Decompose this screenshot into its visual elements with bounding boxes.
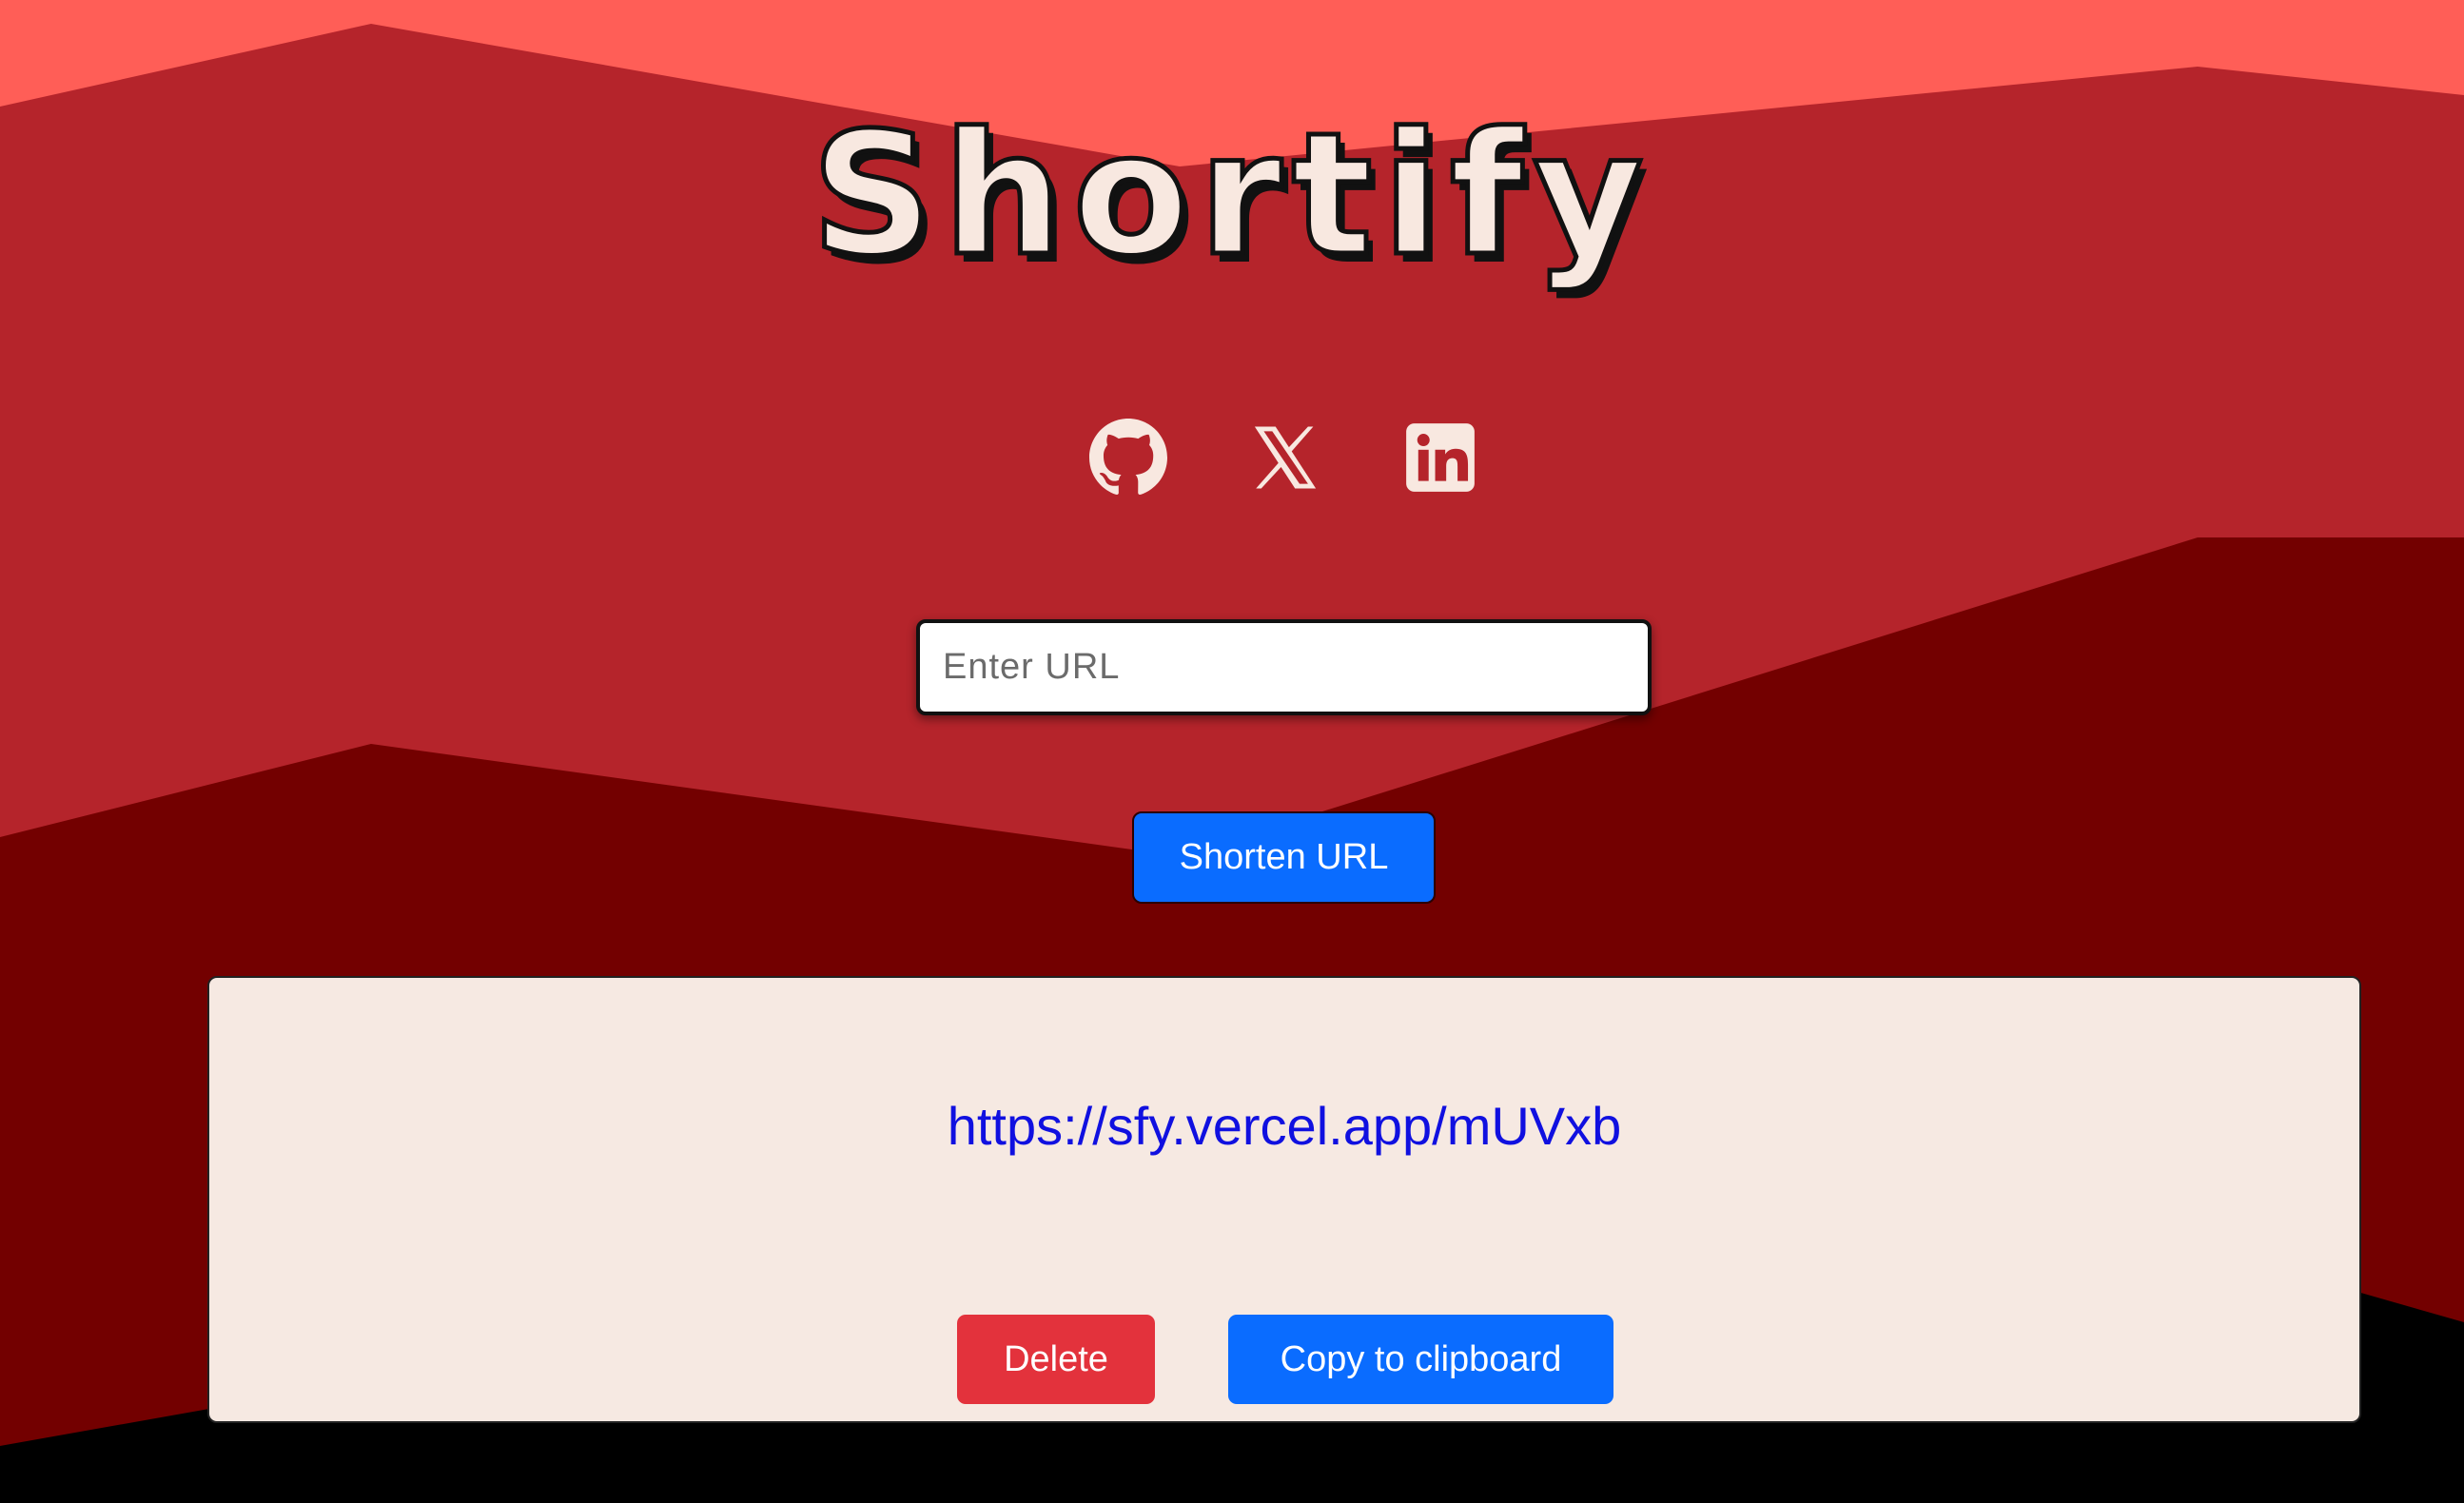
shorten-url-button[interactable]: Shorten URL <box>1132 811 1436 904</box>
x-link[interactable] <box>1246 419 1324 497</box>
app-title: Shortify <box>809 94 1653 296</box>
x-icon <box>1254 426 1317 489</box>
page: Shortify Shorten URL https://sfy.vercel.… <box>0 0 2464 1503</box>
linkedin-icon <box>1406 423 1475 492</box>
linkedin-link[interactable] <box>1401 419 1479 497</box>
result-card: https://sfy.vercel.app/mUVxb Delete Copy… <box>207 976 2361 1423</box>
social-links <box>0 419 2464 495</box>
github-icon <box>1089 419 1167 495</box>
copy-to-clipboard-button[interactable]: Copy to clipboard <box>1228 1315 1613 1404</box>
github-link[interactable] <box>1089 419 1167 497</box>
url-input[interactable] <box>916 619 1652 715</box>
short-url-link[interactable]: https://sfy.vercel.app/mUVxb <box>209 1092 2359 1161</box>
delete-button[interactable]: Delete <box>957 1315 1155 1404</box>
